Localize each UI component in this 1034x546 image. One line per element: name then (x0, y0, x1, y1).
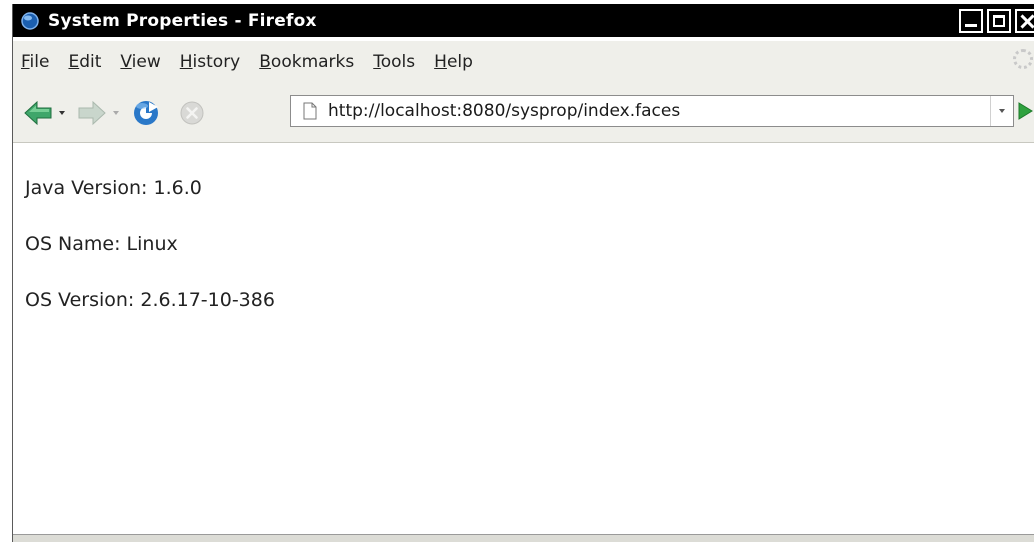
maximize-button[interactable] (987, 8, 1011, 33)
reload-button[interactable] (131, 98, 161, 128)
menu-file[interactable]: File (21, 52, 49, 72)
window-title: System Properties - Firefox (48, 10, 317, 31)
address-bar[interactable]: http://localhost:8080/sysprop/index.face… (290, 95, 1014, 127)
forward-arrow-icon (78, 100, 106, 125)
throbber-icon (1013, 49, 1033, 69)
menu-view[interactable]: View (120, 52, 160, 72)
browser-window: System Properties - Firefox File Edit Vi… (12, 4, 1034, 542)
back-button[interactable] (23, 100, 53, 126)
status-bar (13, 534, 1034, 542)
menu-tools[interactable]: Tools (373, 52, 415, 72)
menu-bookmarks[interactable]: Bookmarks (259, 52, 354, 72)
close-button[interactable] (1015, 8, 1034, 33)
back-dropdown-icon[interactable] (59, 110, 65, 115)
url-history-dropdown-icon[interactable] (990, 96, 1013, 126)
stop-button[interactable] (179, 100, 205, 126)
navigation-toolbar: http://localhost:8080/sysprop/index.face… (13, 83, 1034, 143)
minimize-button[interactable] (959, 8, 983, 33)
url-text[interactable]: http://localhost:8080/sysprop/index.face… (328, 101, 990, 121)
os-version-text: OS Version: 2.6.17-10-386 (25, 289, 275, 311)
page-icon (303, 102, 317, 120)
java-version-text: Java Version: 1.6.0 (25, 177, 202, 199)
go-arrow-icon (1018, 102, 1033, 120)
firefox-app-icon[interactable] (19, 10, 41, 32)
window-controls (955, 8, 1034, 33)
stop-icon (180, 101, 204, 124)
os-name-text: OS Name: Linux (25, 233, 178, 255)
menu-edit[interactable]: Edit (68, 52, 101, 72)
page-content: Java Version: 1.6.0 OS Name: Linux OS Ve… (13, 144, 1034, 536)
menu-history[interactable]: History (180, 52, 241, 72)
forward-button[interactable] (77, 100, 107, 126)
go-button[interactable] (1015, 100, 1034, 122)
title-bar[interactable]: System Properties - Firefox (13, 4, 1034, 37)
forward-dropdown-icon[interactable] (113, 110, 119, 115)
reload-icon (134, 100, 158, 125)
menu-bar: File Edit View History Bookmarks Tools H… (13, 41, 1034, 83)
menu-help[interactable]: Help (434, 52, 473, 72)
back-arrow-icon (24, 100, 52, 125)
